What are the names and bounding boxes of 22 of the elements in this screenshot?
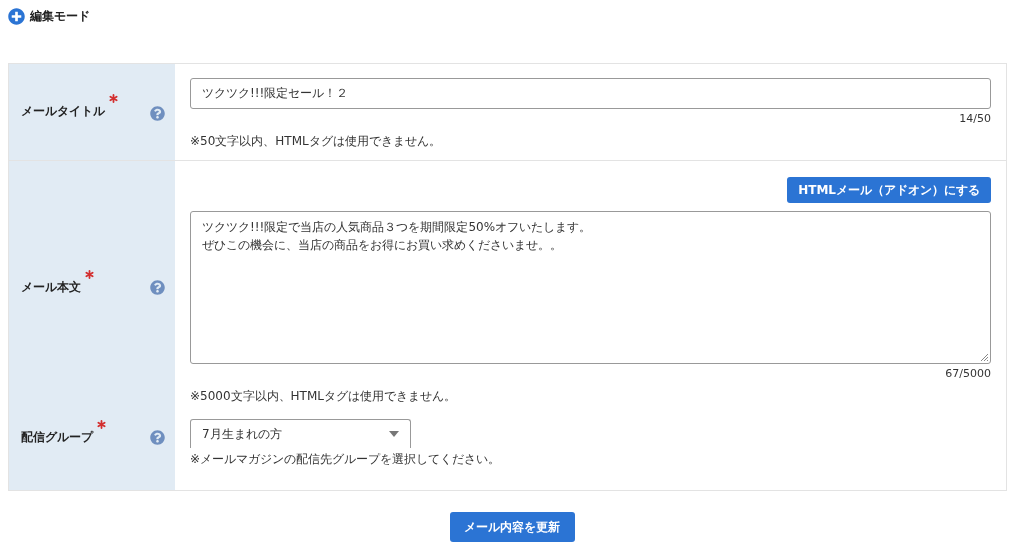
add-icon [8,7,25,25]
field-note: ※メールマガジンの配信先グループを選択してください。 [190,451,501,468]
field-note: ※5000文字以内、HTMLタグは使用できません。 [190,387,456,405]
field-note: ※50文字以内、HTMLタグは使用できません。 [190,132,441,150]
field-label: メール本文 [21,279,81,296]
character-counter: 67/5000 [945,366,991,382]
body-text-line: ぜひこの機会に、当店の商品をお得にお買い求めくださいませ。。 [202,237,562,254]
character-counter: 14/50 [959,111,991,127]
help-icon[interactable] [150,280,165,295]
body-text-line: ツクツク!!!限定で当店の人気商品３つを期間限定50%オフいたします。 [202,219,592,236]
mode-title: 編集モード [30,8,90,25]
update-button[interactable]: メール内容を更新 [449,512,575,542]
group-select[interactable]: 7月生まれの方 [190,419,411,448]
dropdown-caret-icon [389,431,399,437]
title-input[interactable]: ツクツク!!!限定セール！２ [190,78,991,109]
field-label: メールタイトル [21,103,105,120]
help-icon[interactable] [150,430,165,445]
help-icon[interactable] [150,105,165,121]
body-textarea[interactable]: ツクツク!!!限定で当店の人気商品３つを期間限定50%オフいたします。 ぜひこの機会に、当店の商品をお得にお買い求めくださいませ。。 [190,211,991,364]
html-mail-button[interactable]: HTMLメール（アドオン）にする [787,177,991,203]
resize-handle-icon [980,353,988,361]
field-label: 配信グループ [21,429,93,446]
